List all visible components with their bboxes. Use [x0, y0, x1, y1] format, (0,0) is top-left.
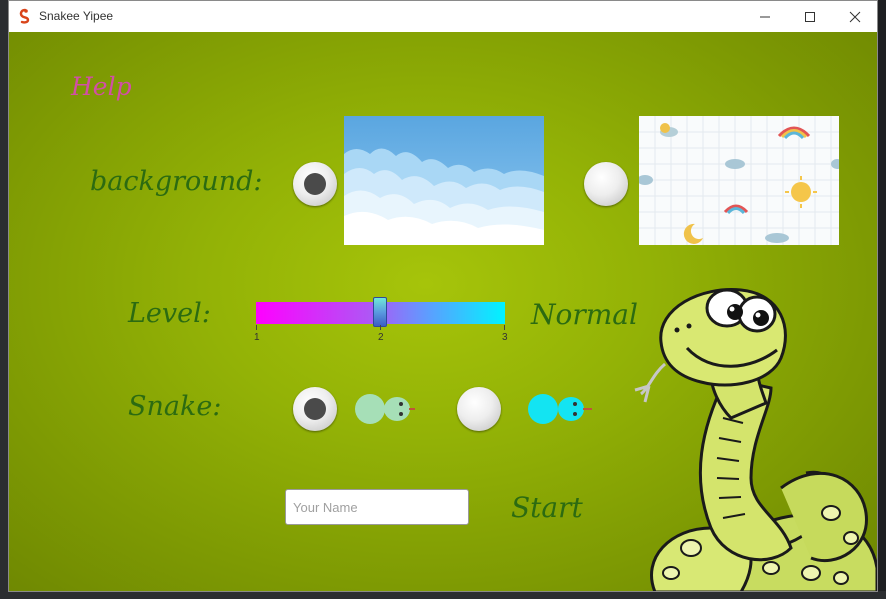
- game-window: Snakee Yipee Help background: Level: 1 2…: [8, 0, 878, 592]
- radio-selected-dot: [304, 398, 326, 420]
- game-settings-panel: Help background: Level: 1 2 3 Normal Sna…: [9, 32, 877, 591]
- help-link[interactable]: Help: [71, 72, 132, 101]
- level-label: Level:: [128, 298, 211, 329]
- snake-cyan-radio[interactable]: [457, 387, 501, 431]
- window-title: Snakee Yipee: [39, 9, 114, 23]
- sky-background-preview[interactable]: [344, 116, 544, 245]
- radio-selected-dot: [304, 173, 326, 195]
- snake-mint-radio[interactable]: [293, 387, 337, 431]
- title-bar: Snakee Yipee: [9, 1, 877, 33]
- close-icon: [849, 11, 861, 22]
- cyan-snake-preview[interactable]: [527, 393, 593, 425]
- level-value-text: Normal: [531, 298, 638, 331]
- snake-app-icon: [19, 8, 30, 24]
- player-name-input[interactable]: [285, 489, 469, 525]
- minimize-icon: [760, 16, 770, 17]
- slider-tick-label: 3: [502, 332, 508, 343]
- slider-tick-3: [504, 325, 505, 330]
- doodle-background-preview[interactable]: [639, 116, 839, 245]
- maximize-icon: [805, 11, 815, 22]
- background-doodle-radio[interactable]: [584, 162, 628, 206]
- background-label: background:: [90, 166, 263, 197]
- close-button[interactable]: [832, 1, 877, 32]
- slider-tick-label: 1: [254, 332, 260, 343]
- maximize-button[interactable]: [787, 1, 833, 32]
- cloud-sky-image: [344, 116, 544, 245]
- cartoon-snake-mascot: [634, 288, 877, 591]
- slider-tick-label: 2: [378, 332, 384, 343]
- level-slider-thumb[interactable]: [373, 297, 387, 327]
- minimize-button[interactable]: [742, 1, 788, 32]
- slider-tick-2: [380, 325, 381, 330]
- weather-doodle-image: [639, 116, 839, 245]
- snake-label: Snake:: [128, 391, 222, 422]
- background-editor-strip: [0, 0, 8, 599]
- background-editor-bottom: [0, 591, 886, 599]
- mint-snake-preview[interactable]: [354, 393, 416, 425]
- start-button[interactable]: Start: [511, 491, 583, 524]
- slider-tick-1: [256, 325, 257, 330]
- background-sky-radio[interactable]: [293, 162, 337, 206]
